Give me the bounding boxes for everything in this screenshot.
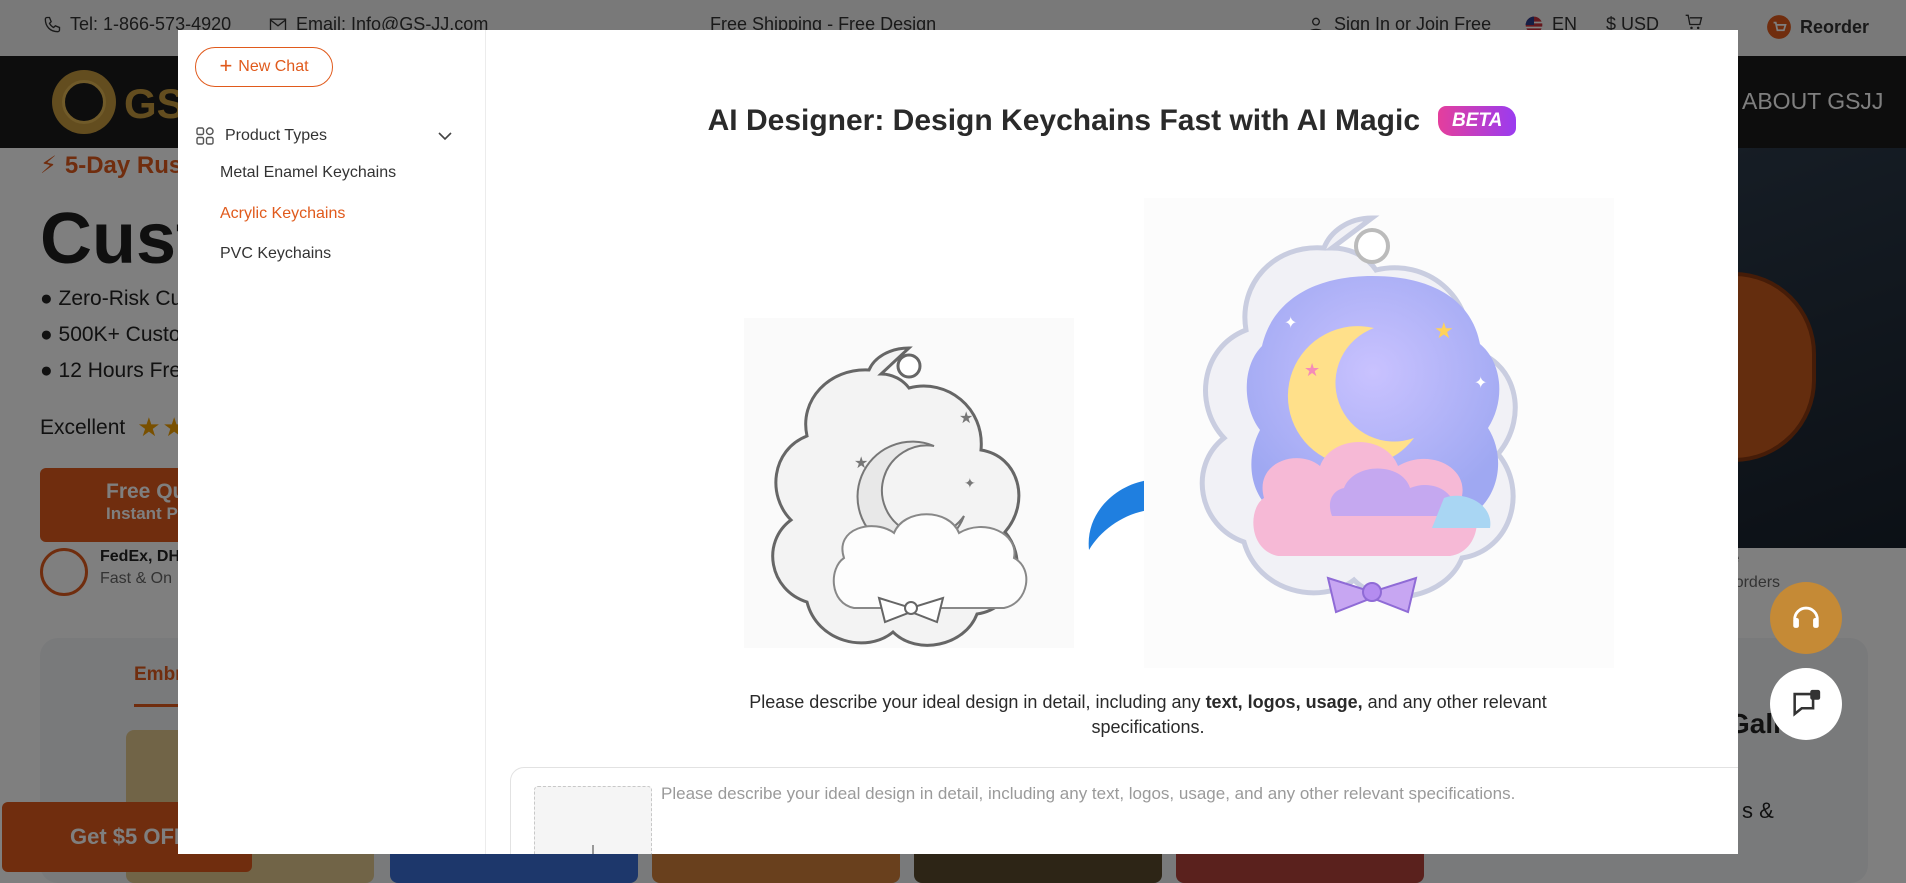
instructions-suffix: and any other relevant xyxy=(1362,692,1547,712)
chevron-down-icon xyxy=(438,132,452,141)
acrylic-keychain-image: ★ ★ ✦ ✦ xyxy=(1144,198,1614,668)
new-chat-label: New Chat xyxy=(238,58,309,75)
svg-text:★: ★ xyxy=(1434,318,1454,343)
new-chat-button[interactable]: + New Chat xyxy=(195,47,333,87)
category-grid-icon xyxy=(196,127,214,145)
sidebar-item-acrylic-keychains[interactable]: Acrylic Keychains xyxy=(220,205,345,223)
modal-sidebar: + New Chat Product Types Metal Enamel Ke… xyxy=(178,30,486,854)
page-title: AI Designer: Design Keychains Fast with … xyxy=(707,104,1421,137)
svg-text:★: ★ xyxy=(1304,360,1320,380)
modal-main: AI Designer: Design Keychains Fast with … xyxy=(486,30,1738,854)
sketch-keychain-image: ★ ★ ✦ xyxy=(744,318,1074,648)
keychain-transformation-illustration: ★ ★ ✦ ★ ★ ✦ ✦ xyxy=(744,198,1614,668)
beta-badge: BETA xyxy=(1438,106,1517,136)
svg-text:✦: ✦ xyxy=(964,475,976,491)
image-upload-box[interactable] xyxy=(534,786,652,854)
instructions-text: Please describe your ideal design in det… xyxy=(748,690,1548,740)
upload-arrow-icon xyxy=(592,845,594,854)
headset-icon xyxy=(1793,606,1819,628)
prompt-input-area xyxy=(510,767,1738,854)
svg-text:★: ★ xyxy=(854,455,868,472)
product-types-toggle[interactable]: Product Types xyxy=(195,118,465,154)
chat-bubble-icon xyxy=(1793,689,1821,717)
sidebar-item-pvc-keychains[interactable]: PVC Keychains xyxy=(220,245,331,263)
design-prompt-input[interactable] xyxy=(661,784,1738,844)
support-button[interactable] xyxy=(1770,582,1842,654)
sidebar-item-metal-enamel-keychains[interactable]: Metal Enamel Keychains xyxy=(220,164,396,182)
svg-text:★: ★ xyxy=(959,410,973,427)
instructions-prefix: Please describe your ideal design in det… xyxy=(749,692,1206,712)
instructions-line2: specifications. xyxy=(1091,717,1205,737)
plus-icon: + xyxy=(219,53,233,78)
instructions-bold: text, logos, usage, xyxy=(1205,692,1363,712)
title-row: AI Designer: Design Keychains Fast with … xyxy=(486,104,1738,138)
svg-text:✦: ✦ xyxy=(1284,315,1297,332)
svg-text:✦: ✦ xyxy=(1474,375,1487,392)
chat-feedback-button[interactable] xyxy=(1770,668,1842,740)
ai-designer-modal: + New Chat Product Types Metal Enamel Ke… xyxy=(178,30,1738,854)
product-types-label: Product Types xyxy=(225,127,327,144)
